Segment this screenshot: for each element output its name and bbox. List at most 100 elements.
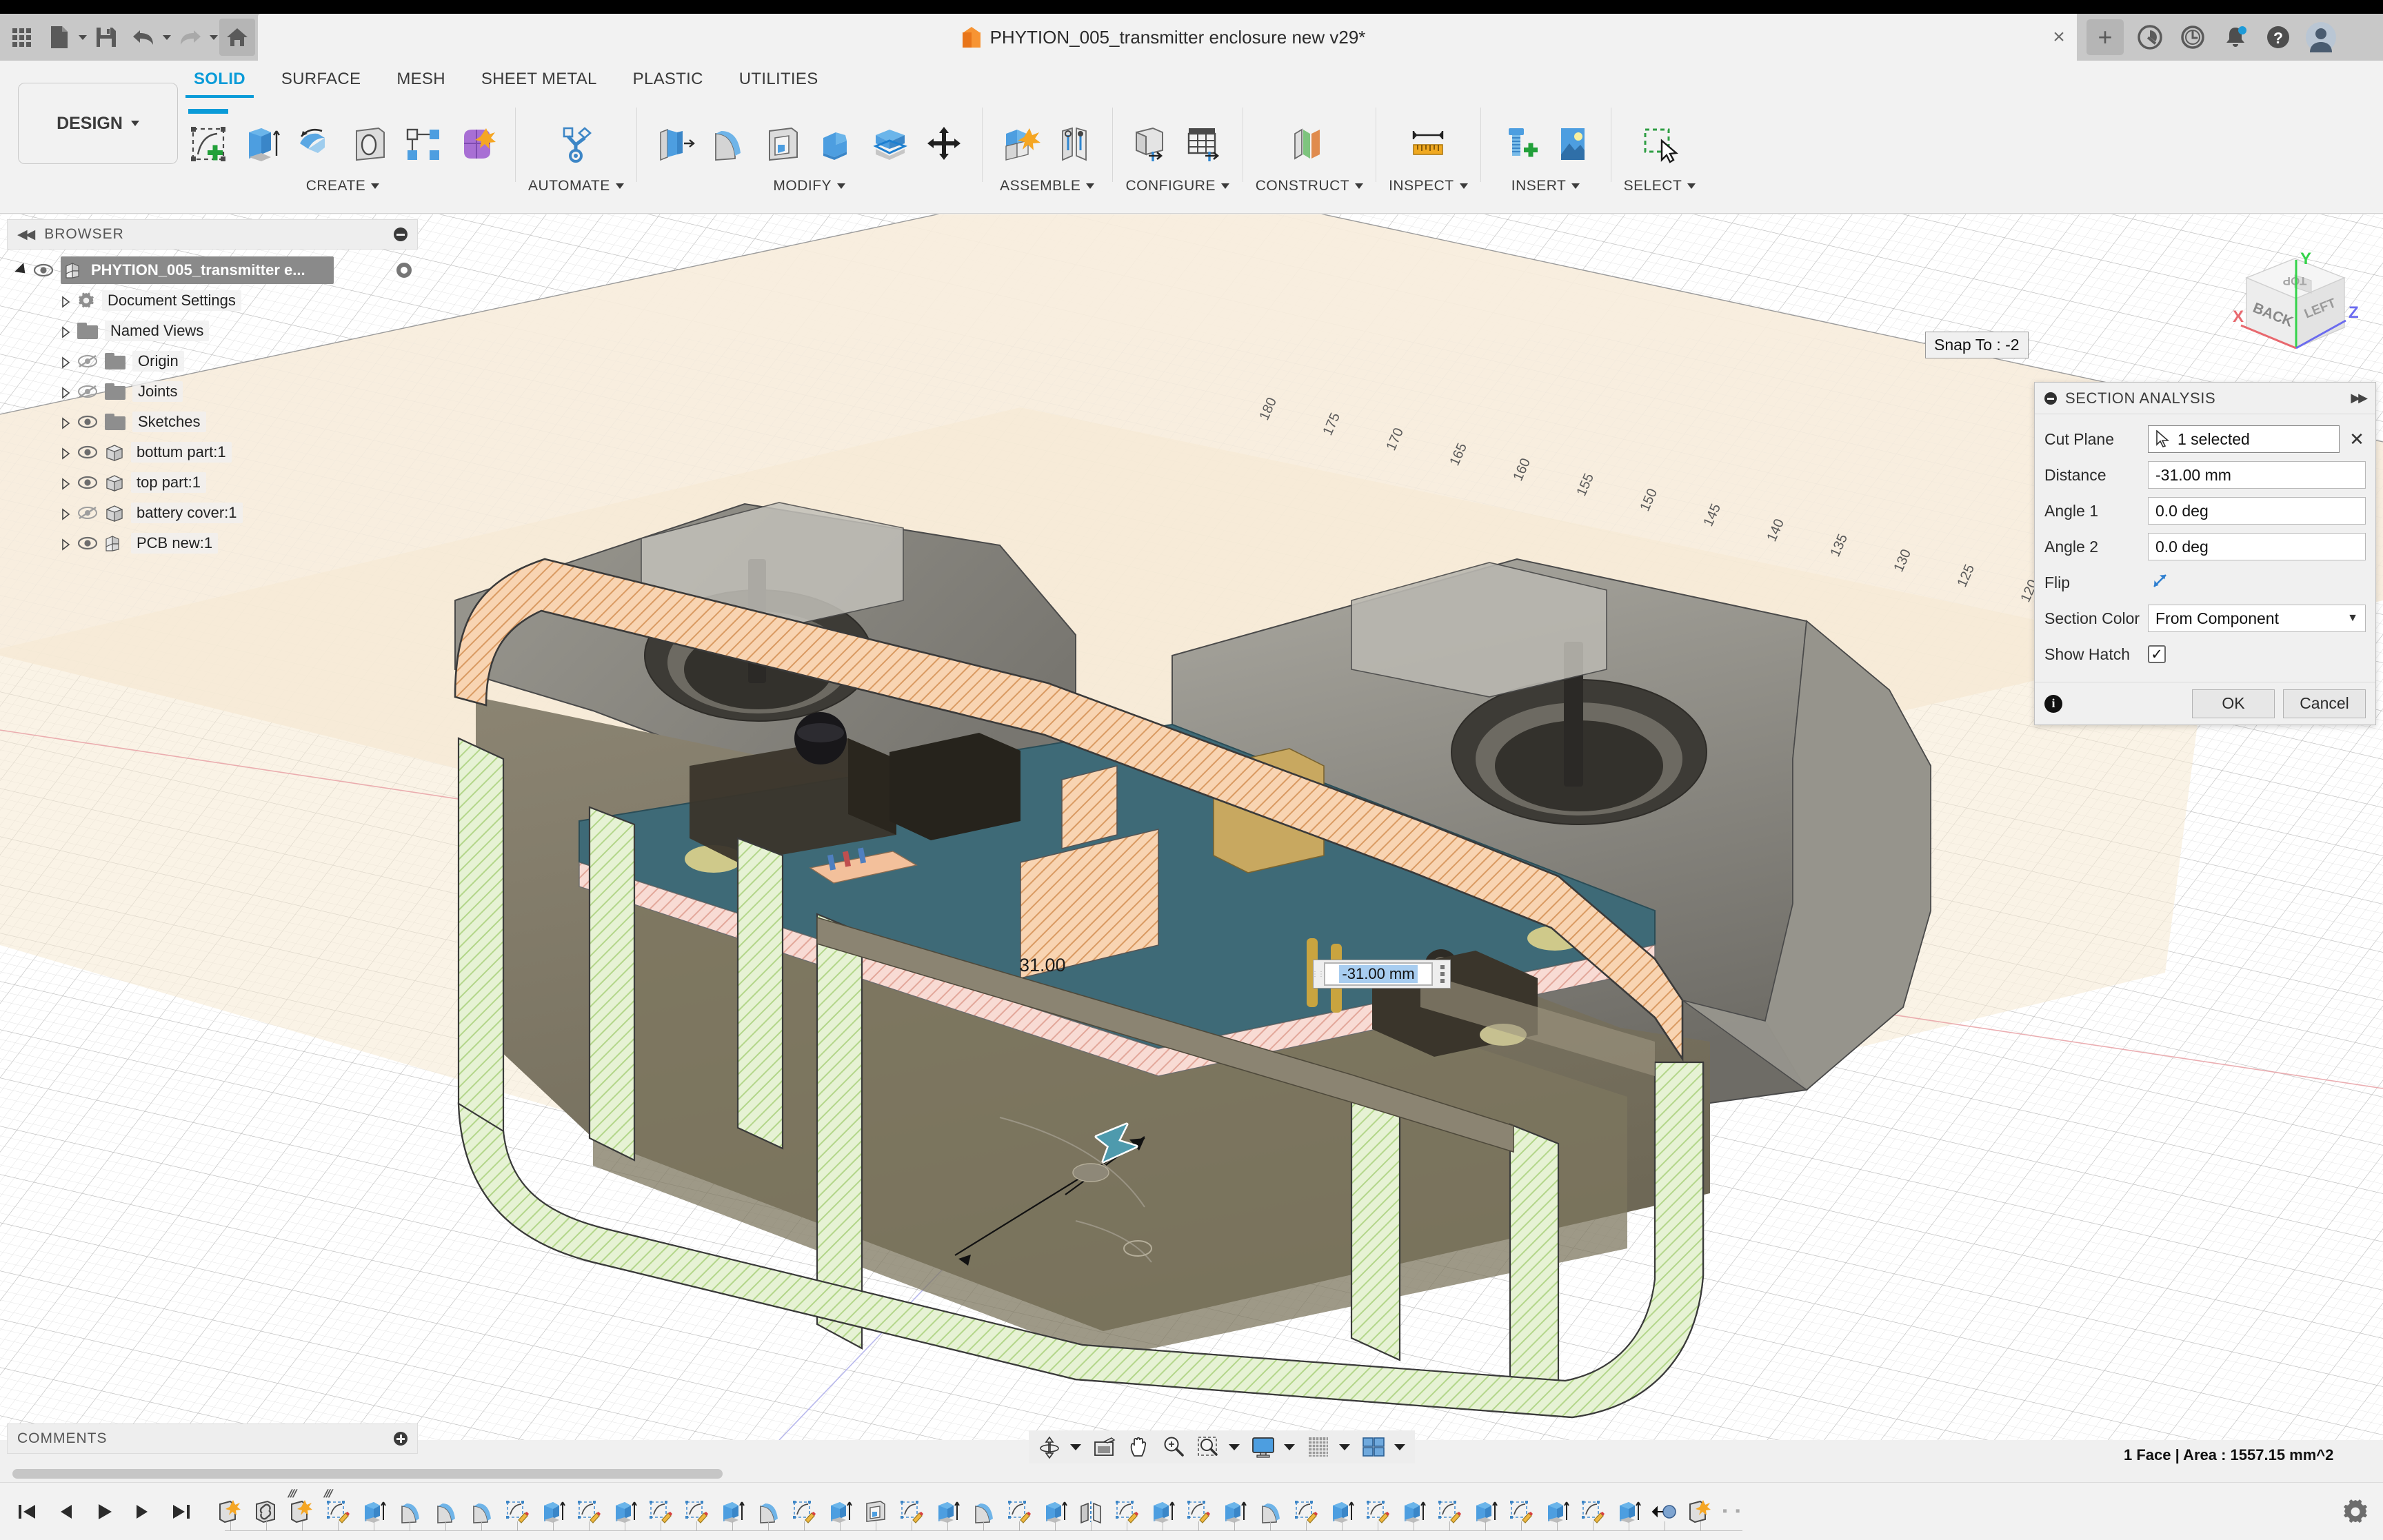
panel-assemble-label[interactable]: ASSEMBLE bbox=[1000, 178, 1095, 194]
timeline-extrude-2[interactable] bbox=[535, 1483, 571, 1540]
display-settings-icon[interactable] bbox=[1249, 1433, 1277, 1461]
tab-plastic[interactable]: PLASTIC bbox=[615, 61, 721, 98]
timeline-sketch-12[interactable] bbox=[1360, 1483, 1396, 1540]
redo-button[interactable] bbox=[172, 19, 208, 56]
timeline-new-component-3[interactable] bbox=[1682, 1483, 1718, 1540]
timeline-fillet-4[interactable] bbox=[750, 1483, 786, 1540]
browser-item-document-settings[interactable]: Document Settings bbox=[7, 285, 418, 316]
browser-item-origin[interactable]: Origin bbox=[7, 346, 418, 376]
extensions-icon[interactable] bbox=[2135, 22, 2165, 52]
step-forward-icon[interactable] bbox=[132, 1501, 153, 1522]
visibility-eye-hidden-icon[interactable] bbox=[77, 354, 98, 369]
expand-arrow-icon[interactable] bbox=[61, 537, 70, 551]
zoom-icon[interactable] bbox=[1160, 1433, 1187, 1461]
timeline-sketch-15[interactable] bbox=[1575, 1483, 1611, 1540]
zoom-window-dropdown[interactable] bbox=[1229, 1443, 1240, 1450]
expand-arrow-icon[interactable] bbox=[61, 325, 70, 338]
info-icon[interactable]: i bbox=[2044, 694, 2062, 713]
orbit-icon[interactable] bbox=[1036, 1433, 1063, 1461]
home-button[interactable] bbox=[219, 19, 255, 56]
timeline-extrude-13[interactable] bbox=[1539, 1483, 1575, 1540]
create-sketch-icon[interactable] bbox=[183, 109, 234, 174]
tab-surface[interactable]: SURFACE bbox=[263, 61, 379, 98]
show-hatch-checkbox[interactable]: ✓ bbox=[2148, 645, 2166, 663]
timeline-shell[interactable] bbox=[858, 1483, 894, 1540]
flip-direction-icon[interactable] bbox=[2148, 569, 2171, 596]
combine-icon[interactable] bbox=[811, 114, 862, 174]
timeline-sketch-2[interactable] bbox=[499, 1483, 535, 1540]
help-icon[interactable]: ? bbox=[2263, 22, 2293, 52]
grid-snaps-dropdown[interactable] bbox=[1339, 1443, 1350, 1450]
panel-create-label[interactable]: CREATE bbox=[306, 178, 380, 194]
panel-modify-label[interactable]: MODIFY bbox=[773, 178, 846, 194]
new-file-button[interactable] bbox=[41, 19, 77, 56]
collapse-browser-icon[interactable]: ◀◀ bbox=[17, 227, 35, 243]
timeline-extrude-9[interactable] bbox=[1216, 1483, 1252, 1540]
redo-dropdown[interactable] bbox=[210, 19, 218, 56]
angle2-input[interactable]: 0.0 deg bbox=[2148, 533, 2366, 560]
timeline-extrude-8[interactable] bbox=[1145, 1483, 1180, 1540]
viewports-icon[interactable] bbox=[1360, 1433, 1387, 1461]
zoom-window-icon[interactable] bbox=[1194, 1433, 1222, 1461]
tab-utilities[interactable]: UTILITIES bbox=[721, 61, 836, 98]
step-back-icon[interactable] bbox=[55, 1501, 76, 1522]
timeline-sketch-8[interactable] bbox=[1001, 1483, 1037, 1540]
new-file-dropdown[interactable] bbox=[79, 19, 87, 56]
timeline-align[interactable] bbox=[1647, 1483, 1682, 1540]
press-pull-icon[interactable] bbox=[650, 114, 701, 174]
timeline-fillet[interactable] bbox=[392, 1483, 428, 1540]
undo-button[interactable] bbox=[125, 19, 161, 56]
insert-canvas-icon[interactable] bbox=[1547, 114, 1598, 174]
timeline-sketch-5[interactable] bbox=[678, 1483, 714, 1540]
undo-dropdown[interactable] bbox=[163, 19, 171, 56]
timeline-sketch-4[interactable] bbox=[643, 1483, 678, 1540]
viewports-dropdown[interactable] bbox=[1394, 1443, 1405, 1450]
expand-arrow-icon[interactable] bbox=[61, 294, 70, 308]
browser-item-joints[interactable]: Joints bbox=[7, 376, 418, 407]
browser-item-pcb-new[interactable]: PCB new:1 bbox=[7, 528, 418, 558]
joint-icon[interactable] bbox=[1049, 114, 1100, 174]
new-component-icon[interactable] bbox=[995, 114, 1046, 174]
tab-mesh[interactable]: MESH bbox=[379, 61, 463, 98]
split-face-icon[interactable] bbox=[865, 114, 916, 174]
dialog-collapse-icon[interactable] bbox=[2044, 392, 2057, 405]
expand-arrow-icon[interactable] bbox=[61, 476, 70, 490]
hole-icon[interactable] bbox=[344, 114, 395, 174]
timeline-extrude-14[interactable] bbox=[1611, 1483, 1647, 1540]
timeline-extrude-6[interactable] bbox=[929, 1483, 965, 1540]
document-tab[interactable]: PHYTION_005_transmitter enclosure new v2… bbox=[258, 14, 2070, 61]
timeline-settings-gear-icon[interactable] bbox=[2342, 1498, 2369, 1526]
timeline-sketch-3[interactable] bbox=[571, 1483, 607, 1540]
timeline-sketch-11[interactable] bbox=[1288, 1483, 1324, 1540]
fillet-icon[interactable] bbox=[703, 114, 754, 174]
select-window-icon[interactable] bbox=[1634, 114, 1685, 174]
automated-modeling-icon[interactable] bbox=[550, 114, 601, 174]
app-grid-button[interactable] bbox=[4, 19, 40, 56]
dialog-expand-icon[interactable]: ▶▶ bbox=[2351, 391, 2368, 405]
expand-arrow-icon[interactable] bbox=[61, 507, 70, 520]
cancel-button[interactable]: Cancel bbox=[2283, 689, 2366, 718]
browser-minimize-icon[interactable] bbox=[394, 227, 408, 241]
revolve-icon[interactable] bbox=[290, 114, 341, 174]
canvas-distance-input[interactable]: ⋮⋮ -31.00 mm bbox=[1311, 960, 1451, 989]
timeline-extrude-12[interactable] bbox=[1467, 1483, 1503, 1540]
drag-grip-icon[interactable]: ⋮⋮ bbox=[1311, 960, 1325, 988]
browser-root-row[interactable]: PHYTION_005_transmitter e... bbox=[7, 255, 418, 285]
comments-panel-header[interactable]: COMMENTS bbox=[7, 1424, 418, 1454]
panel-construct-label[interactable]: CONSTRUCT bbox=[1256, 178, 1364, 194]
configuration-table-icon[interactable] bbox=[1179, 114, 1230, 174]
visibility-eye-icon[interactable] bbox=[77, 536, 98, 551]
browser-item-sketches[interactable]: Sketches bbox=[7, 407, 418, 437]
timeline-extrude-7[interactable] bbox=[1037, 1483, 1073, 1540]
expand-arrow-icon[interactable] bbox=[61, 385, 70, 399]
canvas-distance-menu-icon[interactable] bbox=[1435, 965, 1450, 983]
go-to-end-icon[interactable] bbox=[171, 1501, 192, 1522]
visibility-eye-icon[interactable] bbox=[33, 263, 54, 278]
timeline-fillet-6[interactable] bbox=[1252, 1483, 1288, 1540]
pan-icon[interactable] bbox=[1125, 1433, 1153, 1461]
distance-input[interactable]: -31.00 mm bbox=[2148, 461, 2366, 489]
section-color-dropdown[interactable]: From Component ▼ bbox=[2148, 605, 2366, 632]
visibility-eye-icon[interactable] bbox=[77, 475, 98, 490]
browser-item-battery-cover[interactable]: battery cover:1 bbox=[7, 498, 418, 528]
timeline-joint[interactable] bbox=[248, 1483, 284, 1540]
